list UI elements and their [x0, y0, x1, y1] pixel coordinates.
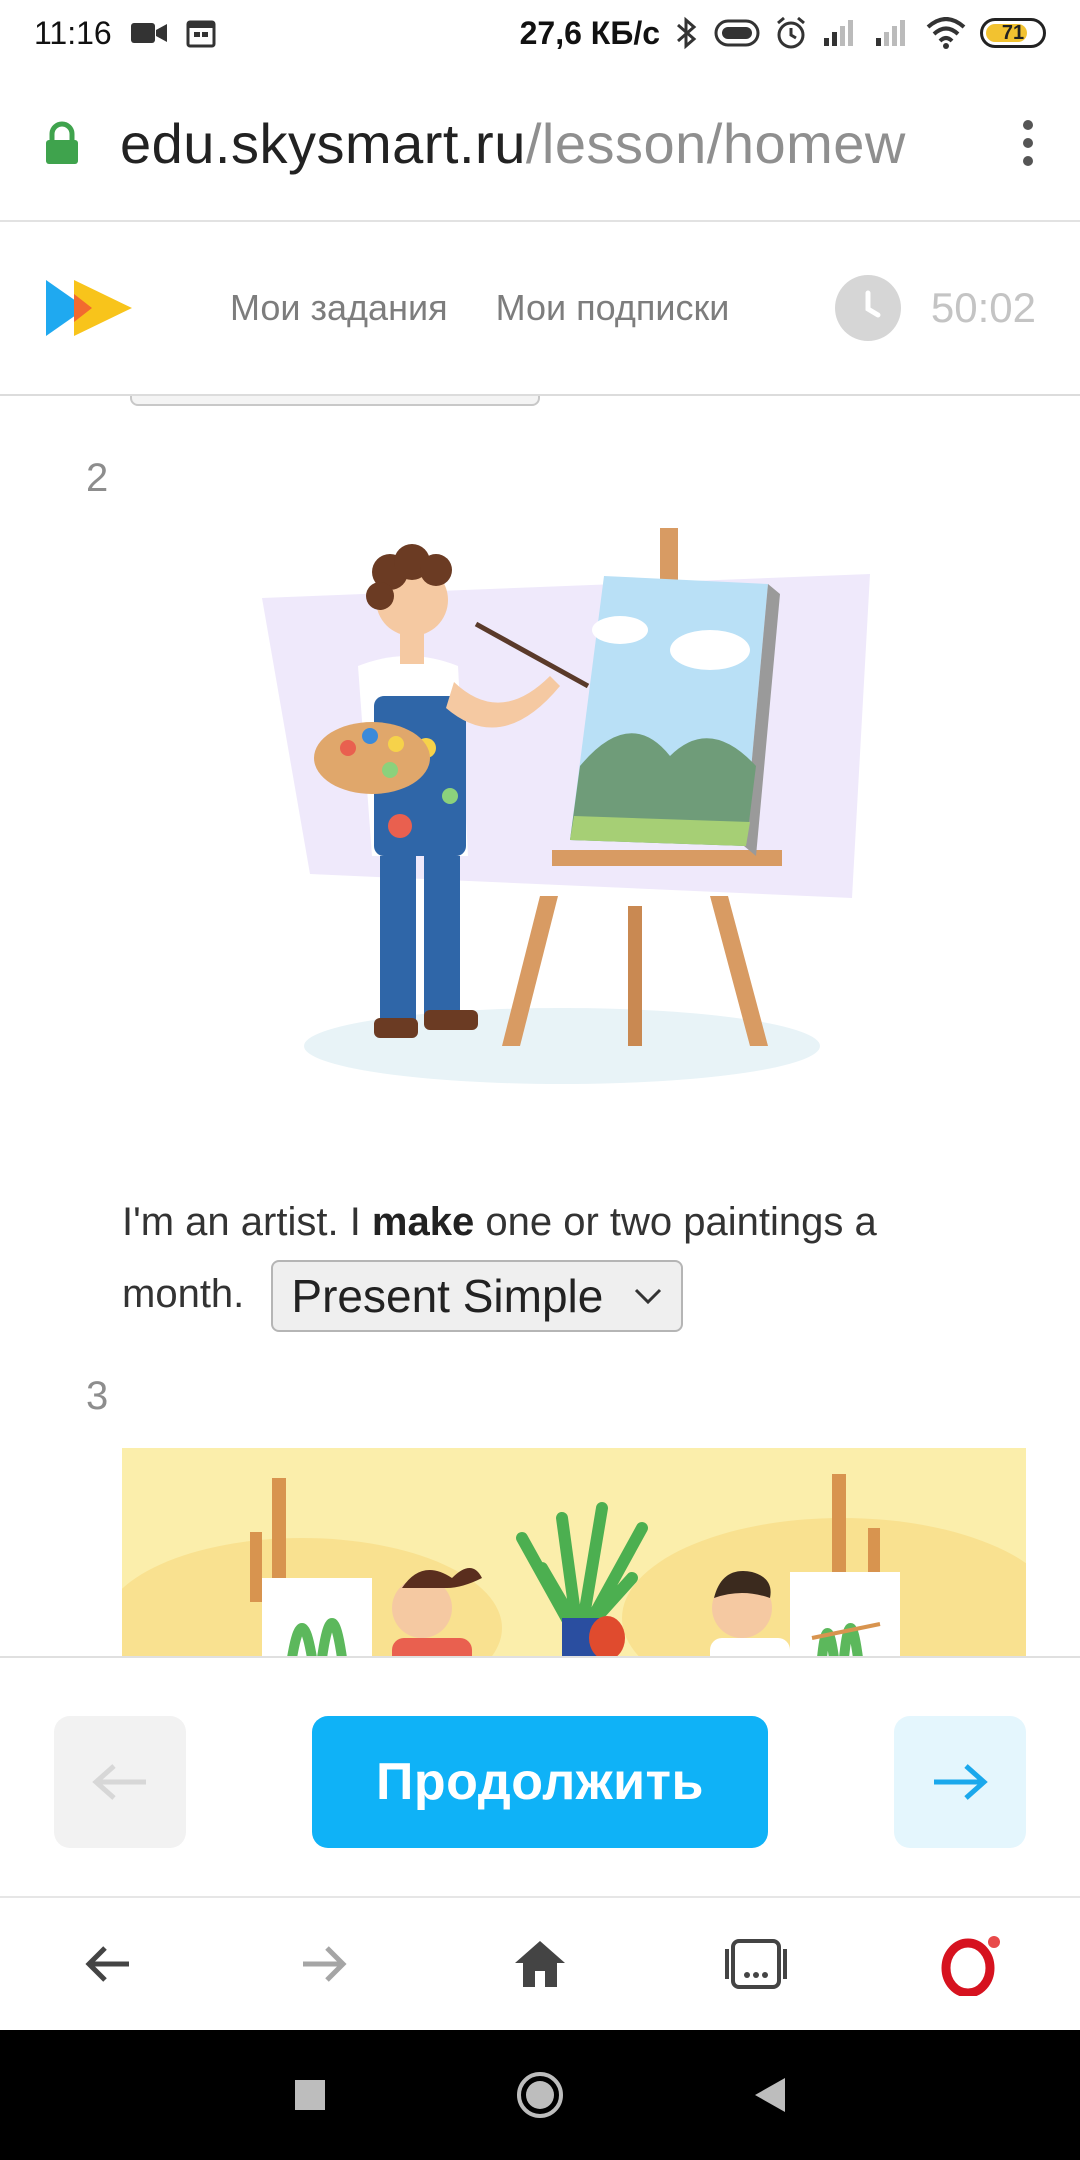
wifi-icon	[926, 17, 966, 49]
lesson-content: 2 I'm an artist. I make one or two paint…	[0, 396, 1080, 1656]
arrow-forward-icon	[303, 1946, 347, 1982]
artist-illustration	[262, 528, 870, 1084]
previous-answer-select[interactable]	[130, 396, 540, 406]
signal-icon	[822, 18, 860, 48]
nav-my-subscriptions[interactable]: Мои подписки	[496, 287, 730, 329]
circle-icon	[517, 2072, 563, 2118]
question-number: 3	[86, 1374, 109, 1418]
alarm-icon	[774, 16, 808, 50]
opera-menu-button[interactable]	[932, 1924, 1012, 2004]
system-navigation-bar	[0, 2030, 1080, 2160]
back-button[interactable]	[740, 2065, 800, 2125]
painters-illustration	[122, 1448, 1026, 1656]
skysmart-logo[interactable]	[44, 276, 134, 340]
opera-logo-icon	[941, 1936, 1000, 1996]
question-sentence: I'm an artist. I make one or two paintin…	[122, 1186, 982, 1333]
nav-my-tasks[interactable]: Мои задания	[230, 287, 448, 329]
timer-value: 50:02	[930, 284, 1036, 331]
signal-2-icon	[874, 18, 912, 48]
browser-tabs-button[interactable]	[716, 1924, 796, 2004]
arrow-left-icon	[92, 1764, 146, 1800]
lesson-action-bar: Продолжить	[0, 1656, 1080, 1896]
arrow-back-icon	[85, 1946, 129, 1982]
status-time: 11:16	[34, 14, 112, 51]
clock-icon	[834, 275, 901, 341]
calendar-icon	[186, 18, 216, 48]
tabs-icon	[725, 1939, 787, 1989]
url-text[interactable]: edu.skysmart.ru/lesson/homew	[120, 111, 980, 176]
site-nav: Мои задания Мои подписки	[230, 287, 729, 329]
browser-toolbar	[0, 1896, 1080, 2030]
home-icon	[515, 1941, 565, 1987]
arrow-right-icon	[934, 1764, 988, 1800]
home-button[interactable]	[510, 2065, 570, 2125]
battery-indicator: 71	[980, 18, 1046, 48]
continue-button[interactable]: Продолжить	[312, 1716, 768, 1848]
browser-back-button[interactable]	[68, 1924, 148, 2004]
network-speed: 27,6 КБ/с	[519, 14, 660, 51]
timer: 50:02	[834, 275, 1036, 341]
highlighted-verb: make	[371, 1200, 475, 1244]
video-camera-icon	[130, 20, 168, 46]
previous-task-button[interactable]	[54, 1716, 186, 1848]
lock-icon	[46, 121, 78, 164]
triangle-back-icon	[755, 2078, 785, 2112]
square-icon	[295, 2080, 325, 2110]
browser-menu-icon[interactable]	[1020, 120, 1036, 166]
status-bar: 11:16 27,6 КБ/с 71	[0, 0, 1080, 66]
browser-home-button[interactable]	[500, 1924, 580, 2004]
question-number: 2	[86, 456, 109, 500]
site-header: Мои задания Мои подписки 50:02	[0, 222, 1080, 396]
next-task-button[interactable]	[894, 1716, 1026, 1848]
address-bar[interactable]: edu.skysmart.ru/lesson/homew	[0, 66, 1080, 222]
browser-forward-button[interactable]	[284, 1924, 364, 2004]
data-saver-icon	[714, 19, 760, 47]
tense-select[interactable]: Present Simple	[271, 1260, 684, 1333]
recent-apps-button[interactable]	[280, 2065, 340, 2125]
bluetooth-icon	[674, 15, 700, 51]
chevron-down-icon	[635, 1289, 662, 1305]
